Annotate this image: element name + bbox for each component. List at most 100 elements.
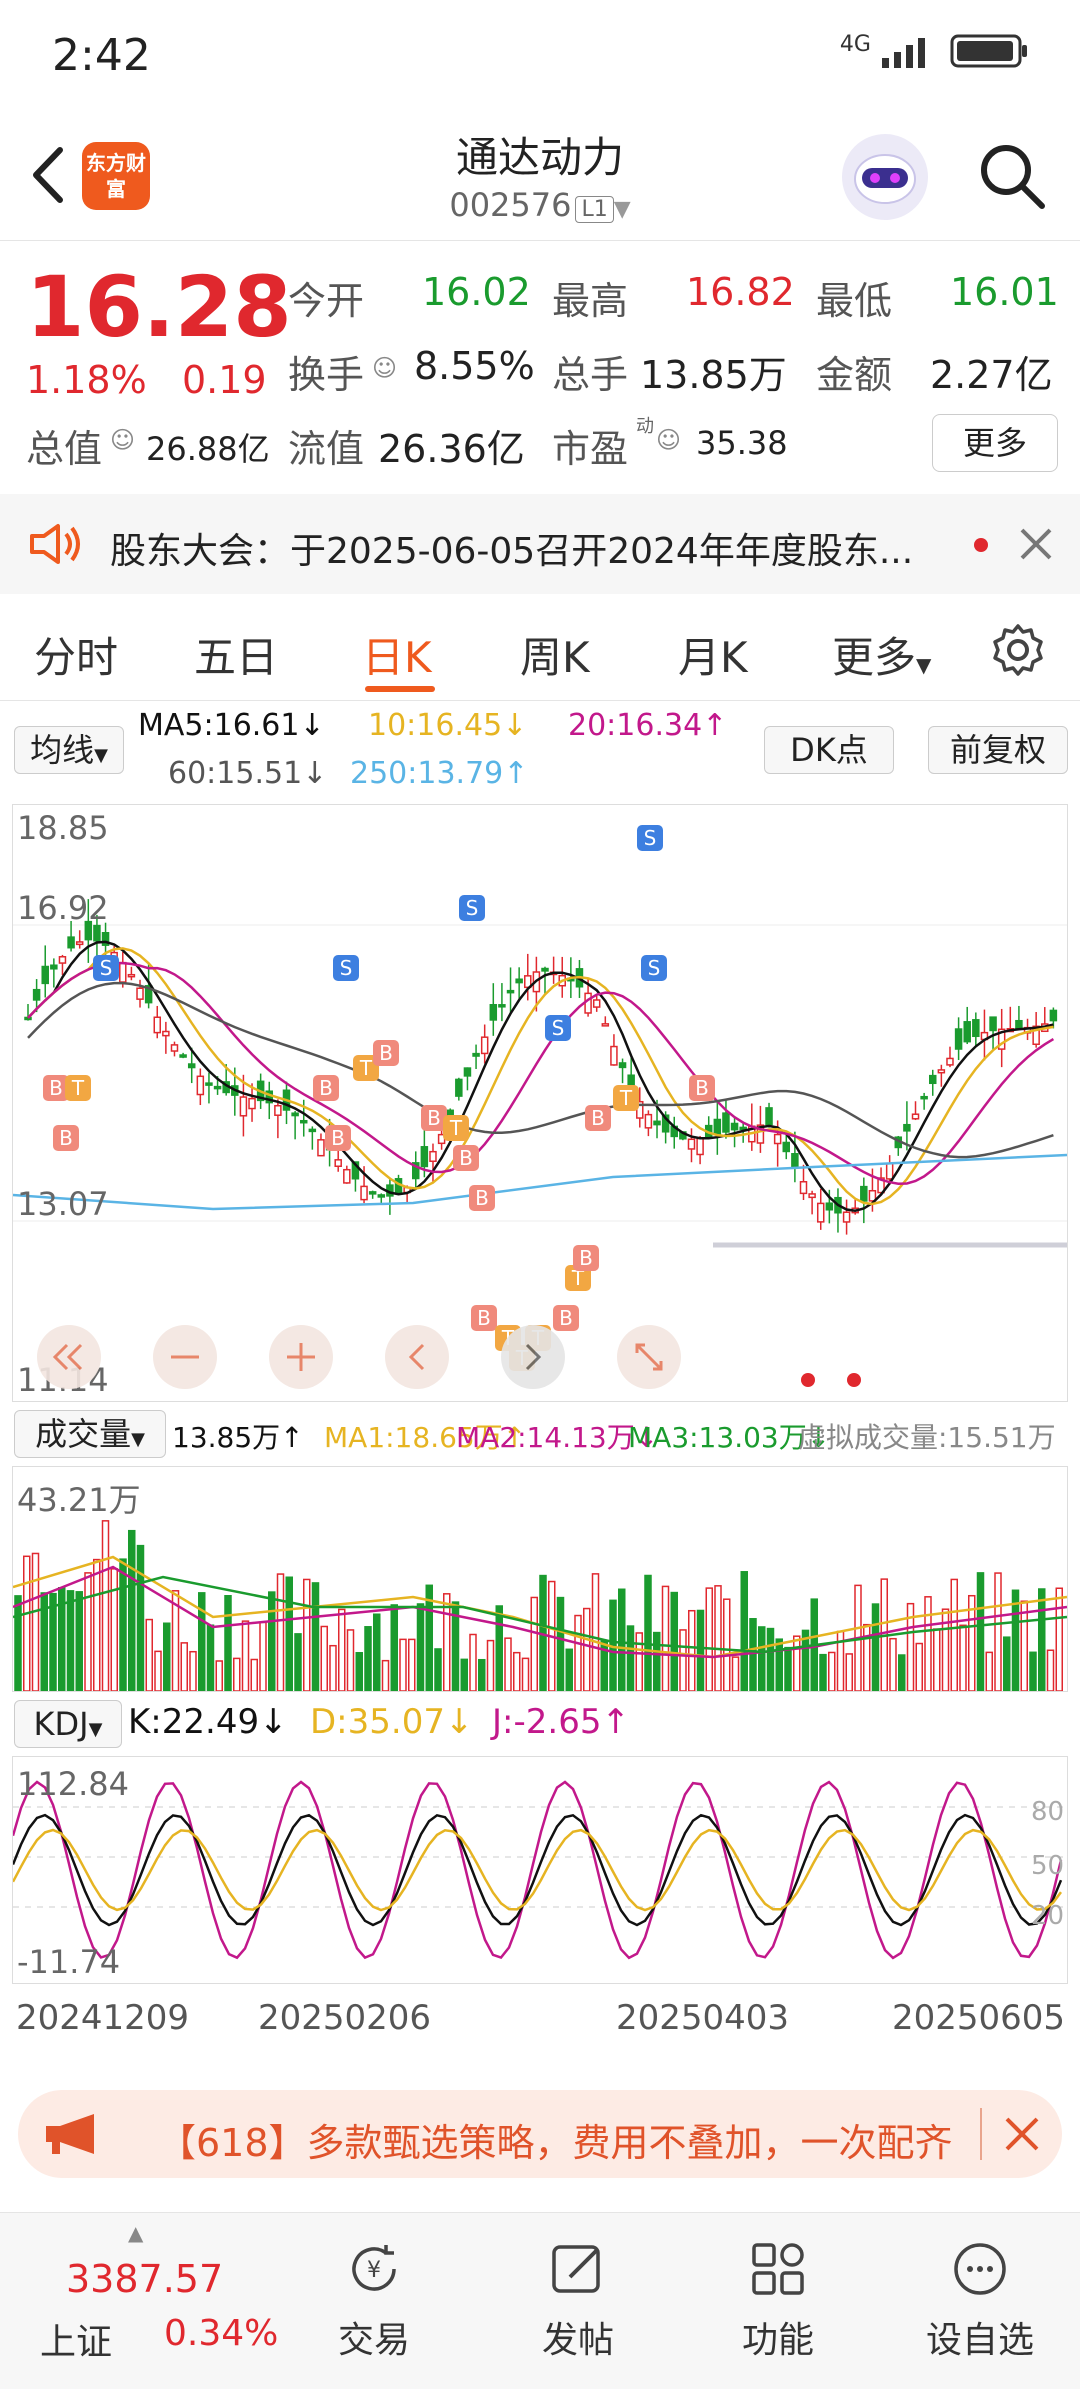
volume-bar bbox=[976, 1572, 985, 1691]
volume-chart[interactable]: 43.21万 bbox=[12, 1466, 1068, 1692]
robot-assistant-icon[interactable] bbox=[842, 134, 928, 220]
candle-body bbox=[205, 1082, 213, 1086]
candle-body bbox=[627, 1074, 635, 1087]
candle-body bbox=[644, 1113, 653, 1129]
signal-icon bbox=[882, 37, 926, 68]
volume-bar bbox=[1020, 1600, 1028, 1691]
volume-bar bbox=[679, 1629, 687, 1691]
nav-post-label: 发帖 bbox=[541, 2320, 614, 2361]
volume-selector[interactable]: 成交量▼ bbox=[14, 1410, 166, 1458]
edit-icon bbox=[552, 2245, 600, 2293]
adjust-button[interactable]: 前复权 bbox=[928, 726, 1068, 774]
change-amount: 0.19 bbox=[182, 358, 267, 402]
signal-marker-label: B bbox=[695, 1076, 709, 1100]
gear-icon[interactable] bbox=[990, 622, 1046, 678]
volume-bar bbox=[635, 1632, 643, 1691]
scroll-left-button[interactable] bbox=[385, 1325, 449, 1389]
scroll-right-button[interactable] bbox=[501, 1325, 565, 1389]
volume-bar bbox=[714, 1585, 722, 1691]
candle-body bbox=[903, 1123, 911, 1132]
candle-body bbox=[920, 1095, 928, 1100]
dk-point-button[interactable]: DK点 bbox=[764, 726, 894, 774]
tab-five-day[interactable]: 五日 bbox=[194, 624, 278, 685]
volume-bar bbox=[355, 1652, 363, 1691]
candle-body bbox=[687, 1138, 696, 1150]
volume-bar bbox=[119, 1558, 127, 1691]
high-value: 16.82 bbox=[686, 270, 795, 314]
candle-body bbox=[119, 961, 127, 983]
tab-more-label: 更多 bbox=[832, 633, 917, 682]
period-tabs: 分时 五日 日K 周K 月K 更多▼ bbox=[0, 600, 1080, 701]
promo-banner[interactable]: 【618】多款甄选策略，费用不叠加，一次配齐 bbox=[18, 2090, 1062, 2178]
tab-more[interactable]: 更多▼ bbox=[832, 624, 931, 685]
candle-body bbox=[696, 1137, 704, 1156]
close-icon[interactable] bbox=[1018, 526, 1054, 562]
nav-trade[interactable]: ¥ 交易 bbox=[304, 2213, 444, 2389]
zoom-in-button[interactable] bbox=[269, 1325, 333, 1389]
nav-add-watchlist[interactable]: 设自选 bbox=[910, 2213, 1050, 2389]
kdj-chart[interactable]: 112.84 -11.74 80 50 20 bbox=[12, 1756, 1068, 1984]
close-icon[interactable] bbox=[1002, 2114, 1042, 2154]
indicator-selector[interactable]: 均线▼ bbox=[14, 726, 124, 774]
low-value: 16.01 bbox=[950, 270, 1059, 314]
tab-weekly-k[interactable]: 周K bbox=[520, 624, 590, 685]
volume-bar bbox=[521, 1657, 530, 1691]
notice-text[interactable]: 股东大会：于2025-06-05召开2024年年度股东... bbox=[110, 522, 913, 574]
candle-body bbox=[1049, 1009, 1058, 1022]
info-circle-icon[interactable]: ☺ bbox=[656, 426, 681, 454]
candle-body bbox=[816, 1202, 825, 1223]
volume-bar bbox=[189, 1650, 197, 1691]
index-value: 3387.57 bbox=[66, 2257, 224, 2301]
candle-body bbox=[136, 987, 144, 1000]
signal-marker-label: B bbox=[459, 1146, 473, 1170]
nav-post[interactable]: 发帖 bbox=[508, 2213, 648, 2389]
plus-icon bbox=[287, 1343, 315, 1371]
battery-icon bbox=[950, 34, 1027, 67]
kdj-k-value: K:22.49↓ bbox=[128, 1702, 288, 1742]
search-icon[interactable] bbox=[976, 140, 1048, 212]
volume-bar bbox=[513, 1651, 521, 1691]
date-label: 20241209 bbox=[16, 1998, 190, 2038]
candle-body bbox=[498, 1004, 506, 1008]
candle-body bbox=[274, 1104, 282, 1116]
zoom-out-button[interactable] bbox=[153, 1325, 217, 1389]
volume-bar bbox=[696, 1609, 705, 1691]
signal-marker-label: B bbox=[427, 1106, 441, 1130]
signal-marker-label: B bbox=[591, 1106, 605, 1130]
signal-marker-label: B bbox=[379, 1041, 393, 1065]
candle-body bbox=[162, 1030, 170, 1037]
caret-down-icon[interactable]: ▼ bbox=[614, 197, 631, 222]
more-button[interactable]: 更多 bbox=[932, 414, 1058, 472]
volume-bar bbox=[224, 1595, 232, 1691]
tab-daily-k[interactable]: 日K bbox=[362, 624, 432, 685]
volume-bar bbox=[136, 1544, 145, 1691]
candle-body bbox=[489, 1004, 498, 1021]
promo-text[interactable]: 【618】多款甄选策略，费用不叠加，一次配齐 bbox=[158, 2112, 978, 2167]
volume-bar bbox=[731, 1656, 740, 1691]
tab-monthly-k[interactable]: 月K bbox=[678, 624, 748, 685]
volume-bar bbox=[591, 1573, 600, 1691]
index-ticker[interactable]: ▲ 3387.57 上证 0.34% bbox=[0, 2213, 300, 2389]
kdj-selector[interactable]: KDJ▼ bbox=[14, 1700, 122, 1748]
volume-bar bbox=[145, 1618, 153, 1691]
volume-bar bbox=[618, 1588, 626, 1691]
info-circle-icon[interactable]: ☺ bbox=[110, 426, 135, 454]
fullscreen-button[interactable] bbox=[617, 1325, 681, 1389]
candlestick-chart[interactable]: BTBSBBSTBBTSBBBTTTSBTBBTSSB 18.85 16.92 … bbox=[12, 804, 1068, 1402]
volume-bar bbox=[346, 1629, 355, 1691]
notice-bar[interactable]: 股东大会：于2025-06-05召开2024年年度股东... bbox=[0, 494, 1080, 594]
candle-body bbox=[911, 1113, 920, 1120]
candle-body bbox=[601, 1023, 610, 1027]
date-label: 20250206 bbox=[258, 1998, 432, 2038]
bottom-nav: ▲ 3387.57 上证 0.34% ¥ 交易 发帖 功能 设自选 bbox=[0, 2212, 1080, 2389]
info-circle-icon[interactable]: ☺ bbox=[372, 354, 397, 382]
level-badge[interactable]: L1 bbox=[575, 196, 614, 223]
candle-body bbox=[825, 1202, 834, 1211]
nav-functions[interactable]: 功能 bbox=[708, 2213, 848, 2389]
tab-intraday[interactable]: 分时 bbox=[34, 624, 118, 685]
candle-body bbox=[50, 964, 58, 970]
scroll-left-fast-button[interactable] bbox=[37, 1325, 101, 1389]
caret-up-icon: ▲ bbox=[128, 2221, 144, 2245]
volume-bar bbox=[950, 1578, 958, 1691]
active-tab-indicator bbox=[365, 686, 435, 692]
